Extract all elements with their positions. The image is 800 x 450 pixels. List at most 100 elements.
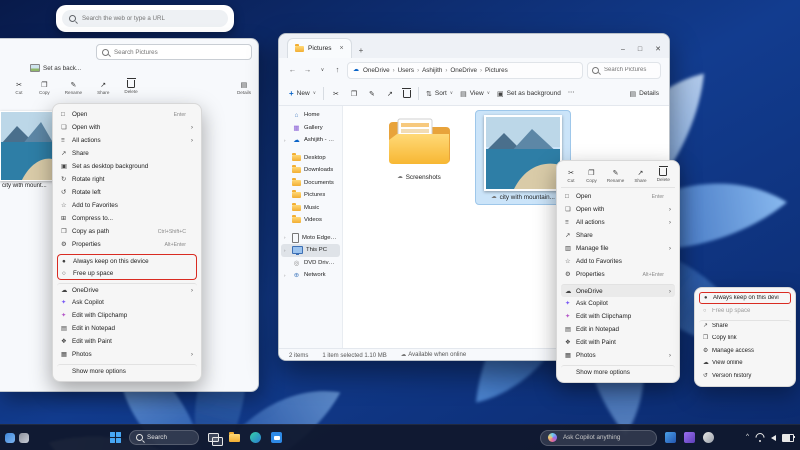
context-menu-item[interactable]: ↺ Rotate left [57, 186, 197, 199]
toolbar-action-button[interactable]: Cut [331, 89, 341, 98]
breadcrumb[interactable]: OneDriveUsersAshijithOneDrivePictures [347, 62, 583, 79]
sidebar-item[interactable]: Videos [281, 214, 340, 227]
left-search-box[interactable] [96, 44, 252, 60]
context-menu-item[interactable]: ✦ Ask Copilot [561, 297, 675, 310]
copilot-input[interactable] [561, 433, 649, 442]
submenu-item[interactable]: ⚙ Manage access [699, 345, 791, 357]
toolbar-action-button[interactable]: Copy [37, 79, 52, 96]
context-menu-item[interactable]: ✦ Ask Copilot [57, 296, 197, 309]
submenu-item[interactable]: ● Always keep on this device [699, 292, 791, 304]
context-menu-item[interactable]: ▤ Edit in Notepad [561, 323, 675, 336]
context-menu-item[interactable]: Show more options [561, 365, 675, 378]
submenu-item[interactable]: ❐ Copy link [699, 332, 791, 344]
context-menu-item[interactable]: ☁ OneDrive › [57, 283, 197, 296]
expand-chevron-icon[interactable]: › [284, 138, 289, 143]
toolbar-action-button[interactable]: Share [385, 89, 395, 98]
sidebar-item[interactable]: › Network [281, 269, 340, 282]
toolbar-action-button[interactable]: Rename [63, 79, 84, 96]
browser-search-input[interactable] [80, 14, 221, 23]
context-menu-item[interactable]: ≡ All actions › [57, 134, 197, 147]
context-menu-item[interactable]: ☁ OneDrive › [561, 284, 675, 297]
context-menu-item[interactable]: ✦ Edit with Clipchamp [561, 310, 675, 323]
minimize-button[interactable] [621, 46, 625, 53]
context-menu-item[interactable]: ↗ Share [57, 147, 197, 160]
up-button[interactable] [332, 66, 343, 74]
see-more-button[interactable] [568, 90, 575, 97]
taskbar-search-button[interactable]: Search [129, 430, 199, 445]
details-pane-button[interactable]: ▤ Details [235, 79, 253, 96]
wifi-icon[interactable] [755, 434, 765, 442]
context-menu-item[interactable]: □ Open Enter [57, 108, 197, 121]
breadcrumb-item[interactable]: Ashijith [414, 67, 442, 74]
tab-close-icon[interactable] [339, 45, 343, 52]
context-menu-item[interactable]: ❏ Open with › [57, 121, 197, 134]
new-tab-button[interactable] [359, 47, 364, 58]
context-action-button[interactable]: Delete [655, 167, 672, 184]
sidebar-item[interactable]: › This PC [281, 244, 340, 257]
sidebar-item[interactable]: Gallery [281, 122, 340, 135]
new-button[interactable]: New [289, 90, 316, 98]
toolbar-action-button[interactable]: Rename [367, 89, 377, 98]
set-as-background-button[interactable]: ▣ Set as background [497, 90, 561, 98]
maximize-button[interactable] [638, 46, 642, 53]
breadcrumb-item[interactable]: Users [390, 67, 414, 74]
sidebar-item[interactable]: › Moto Edge 50 Neo [281, 232, 340, 245]
context-menu-item[interactable]: ❖ Edit with Paint [561, 336, 675, 349]
context-menu-item[interactable]: □ Open Enter [561, 190, 675, 203]
toolbar-action-button[interactable]: Cut [12, 79, 26, 96]
context-menu-item[interactable]: ❐ Copy as path Ctrl+Shift+C [57, 225, 197, 238]
sort-button[interactable]: ⇅ Sort [426, 90, 453, 98]
file-explorer-button[interactable] [228, 431, 241, 444]
taskbar-app-icon[interactable] [684, 432, 695, 443]
context-menu-item[interactable]: ✦ Edit with Clipchamp [57, 309, 197, 322]
toolbar-action-button[interactable]: Share [95, 79, 111, 96]
toolbar-action-button[interactable]: Delete [122, 79, 139, 96]
context-menu-item[interactable]: ☆ Add to Favorites [57, 199, 197, 212]
widgets-icon[interactable] [5, 433, 15, 443]
expand-chevron-icon[interactable]: › [284, 273, 289, 278]
sidebar-item[interactable]: › Ashijith - Personal [281, 134, 340, 147]
context-menu-item[interactable]: ↗ Share [561, 229, 675, 242]
context-action-button[interactable]: Share [632, 167, 648, 184]
sidebar-item[interactable]: Home [281, 109, 340, 122]
toolbar-action-button[interactable]: Delete [403, 89, 411, 98]
start-button[interactable] [110, 432, 121, 443]
browser-search-pill[interactable] [62, 10, 228, 27]
sidebar-item[interactable]: Documents [281, 177, 340, 190]
hidden-icons-chevron[interactable] [746, 434, 749, 441]
context-menu-item[interactable]: ▦ Photos › [561, 349, 675, 362]
sidebar-item[interactable]: Downloads [281, 164, 340, 177]
breadcrumb-item[interactable]: Pictures [477, 67, 508, 74]
store-button[interactable] [270, 431, 283, 444]
breadcrumb-item[interactable]: OneDrive [363, 67, 390, 74]
context-menu-item[interactable]: ▤ Edit in Notepad [57, 322, 197, 335]
edge-browser-button[interactable] [249, 431, 262, 444]
context-menu-item[interactable]: ⚙ Properties Alt+Enter [561, 268, 675, 281]
left-search-input[interactable] [112, 48, 246, 57]
explorer-search-input[interactable] [602, 66, 656, 74]
taskbar-app-icon[interactable] [665, 432, 676, 443]
taskbar-app-icon[interactable] [703, 432, 714, 443]
expand-chevron-icon[interactable]: › [284, 235, 289, 240]
context-action-button[interactable]: Rename [605, 167, 626, 184]
file-tile-partial[interactable]: city with mount... [0, 111, 54, 189]
battery-icon[interactable] [782, 434, 794, 442]
breadcrumb-item[interactable]: OneDrive [442, 67, 477, 74]
context-menu-item[interactable]: ⊞ Compress to... [57, 212, 197, 225]
details-pane-button[interactable]: ▤ Details [630, 90, 660, 98]
context-menu-item[interactable]: ↻ Rotate right [57, 173, 197, 186]
sidebar-item[interactable]: Desktop [281, 152, 340, 165]
taskbar-corner-icon[interactable] [19, 433, 29, 443]
context-action-button[interactable]: Copy [584, 167, 599, 184]
tab-pictures[interactable]: Pictures [287, 38, 352, 58]
expand-chevron-icon[interactable]: › [284, 248, 289, 253]
submenu-item[interactable]: ↺ Version history [699, 369, 791, 381]
context-menu-item[interactable]: ❏ Open with › [561, 203, 675, 216]
back-button[interactable] [287, 66, 298, 74]
sidebar-item[interactable]: Pictures [281, 189, 340, 202]
context-action-button[interactable]: Cut [564, 167, 578, 184]
submenu-item[interactable]: ○ Free up space [699, 304, 791, 316]
submenu-item[interactable]: ↗ Share [699, 320, 791, 332]
context-menu-item[interactable]: ▥ Manage file › [561, 242, 675, 255]
context-menu-item[interactable]: ☆ Add to Favorites [561, 255, 675, 268]
